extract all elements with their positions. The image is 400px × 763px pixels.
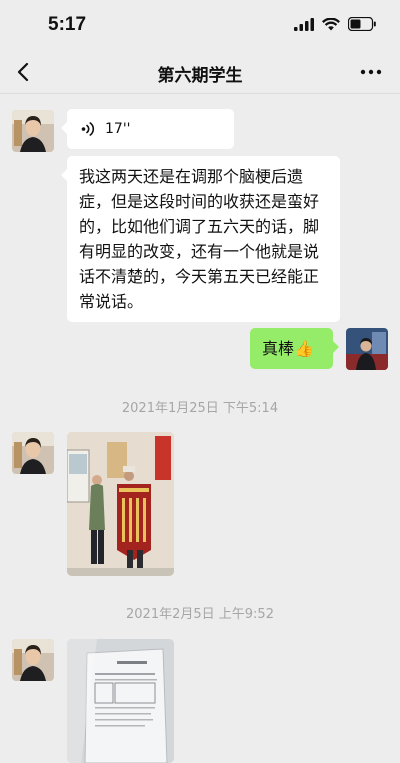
reply-text: 真棒👍 bbox=[262, 339, 314, 358]
wifi-icon bbox=[322, 17, 340, 30]
image-message[interactable] bbox=[67, 639, 174, 763]
message-text: 我这两天还是在调那个脑梗后遗症，但是这段时间的收获还是蛮好的，比如他们调了五六天… bbox=[79, 167, 320, 311]
my-avatar[interactable] bbox=[346, 328, 388, 370]
avatar[interactable] bbox=[12, 639, 54, 681]
status-icons bbox=[294, 17, 376, 31]
voice-wave-icon bbox=[81, 122, 95, 136]
image-message[interactable] bbox=[67, 432, 174, 576]
sender-avatar-image bbox=[12, 432, 54, 474]
message-timestamp: 2021年2月5日 上午9:52 bbox=[126, 607, 274, 622]
avatar[interactable] bbox=[12, 110, 54, 152]
chat-area[interactable]: 17'' 我这两天还是在调那个脑梗后遗症，但是这段时间的收获还是蛮好的，比如他们… bbox=[0, 94, 400, 763]
status-bar: 5:17 bbox=[0, 0, 400, 52]
more-icon[interactable] bbox=[358, 62, 384, 82]
sender-avatar-image bbox=[12, 110, 54, 152]
reply-message-bubble[interactable]: 真棒👍 bbox=[250, 328, 339, 369]
battery-icon bbox=[348, 17, 376, 31]
voice-message-bubble[interactable]: 17'' bbox=[61, 109, 234, 149]
my-avatar-image bbox=[346, 328, 388, 370]
banner-photo bbox=[67, 432, 174, 576]
nav-bar: 第六期学生 bbox=[0, 52, 400, 94]
text-message-bubble[interactable]: 我这两天还是在调那个脑梗后遗症，但是这段时间的收获还是蛮好的，比如他们调了五六天… bbox=[61, 156, 340, 322]
sender-avatar-image bbox=[12, 639, 54, 681]
message-timestamp: 2021年1月25日 下午5:14 bbox=[121, 401, 279, 416]
chat-title: 第六期学生 bbox=[157, 66, 243, 86]
voice-duration: 17'' bbox=[105, 120, 131, 137]
status-time: 5:17 bbox=[48, 14, 87, 35]
cellular-signal-icon bbox=[294, 17, 314, 31]
document-photo bbox=[67, 639, 174, 763]
avatar[interactable] bbox=[12, 432, 54, 474]
